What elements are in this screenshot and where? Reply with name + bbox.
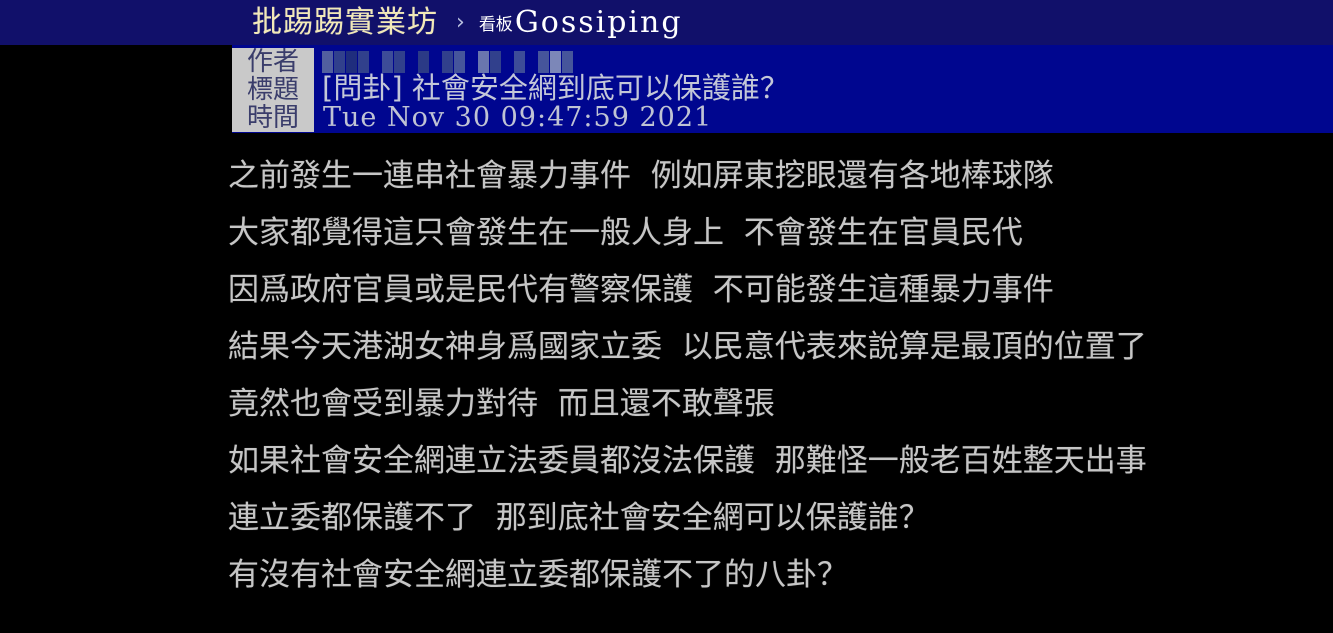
post-body-line: 如果社會安全網連立法委員都沒法保護 那難怪一般老百姓整天出事 bbox=[228, 443, 1147, 479]
title-label: 標題 bbox=[246, 75, 299, 105]
author-redacted-mosaic bbox=[322, 50, 574, 73]
ptt-post-screenshot: 批踢踢實業坊 › 看板 Gossiping 作者 標題 時間 [問卦] 社會安全… bbox=[0, 0, 1333, 633]
post-metadata-band: 作者 標題 時間 [問卦] 社會安全網到底可以保護誰？ Tue Nov 30 0… bbox=[0, 45, 1333, 133]
post-body-line: 結果今天港湖女神身爲國家立委 以民意代表來說算是最頂的位置了 bbox=[228, 329, 1147, 365]
breadcrumb-board-link[interactable]: Gossiping bbox=[515, 7, 683, 38]
author-label: 作者 bbox=[246, 47, 299, 77]
post-body: 之前發生一連串社會暴力事件 例如屏東挖眼還有各地棒球隊 大家都覺得這只會發生在一… bbox=[228, 148, 1328, 604]
post-body-line: 因爲政府官員或是民代有警察保護 不可能發生這種暴力事件 bbox=[228, 272, 1054, 308]
time-label: 時間 bbox=[246, 103, 299, 133]
post-body-line: 連立委都保護不了 那到底社會安全網可以保護誰？ bbox=[228, 500, 930, 536]
post-body-line: 之前發生一連串社會暴力事件 例如屏東挖眼還有各地棒球隊 bbox=[228, 158, 1054, 194]
breadcrumb-bar: 批踢踢實業坊 › 看板 Gossiping bbox=[0, 0, 1333, 45]
metadata-left-gutter bbox=[0, 45, 232, 133]
breadcrumb-site-link[interactable]: 批踢踢實業坊 bbox=[252, 7, 438, 38]
post-body-line: 有沒有社會安全網連立委都保護不了的八卦？ bbox=[228, 557, 848, 593]
post-timestamp: Tue Nov 30 09:47:59 2021 bbox=[323, 102, 713, 133]
post-body-line: 大家都覺得這只會發生在一般人身上 不會發生在官員民代 bbox=[228, 215, 1023, 251]
post-body-line: 竟然也會受到暴力對待 而且還不敢聲張 bbox=[228, 386, 775, 422]
chevron-right-icon: › bbox=[456, 9, 465, 35]
board-prefix-label: 看板 bbox=[478, 15, 513, 35]
post-title: [問卦] 社會安全網到底可以保護誰？ bbox=[322, 71, 789, 105]
metadata-value-column: [問卦] 社會安全網到底可以保護誰？ Tue Nov 30 09:47:59 2… bbox=[322, 45, 1333, 133]
metadata-label-column: 作者 標題 時間 bbox=[232, 48, 314, 132]
